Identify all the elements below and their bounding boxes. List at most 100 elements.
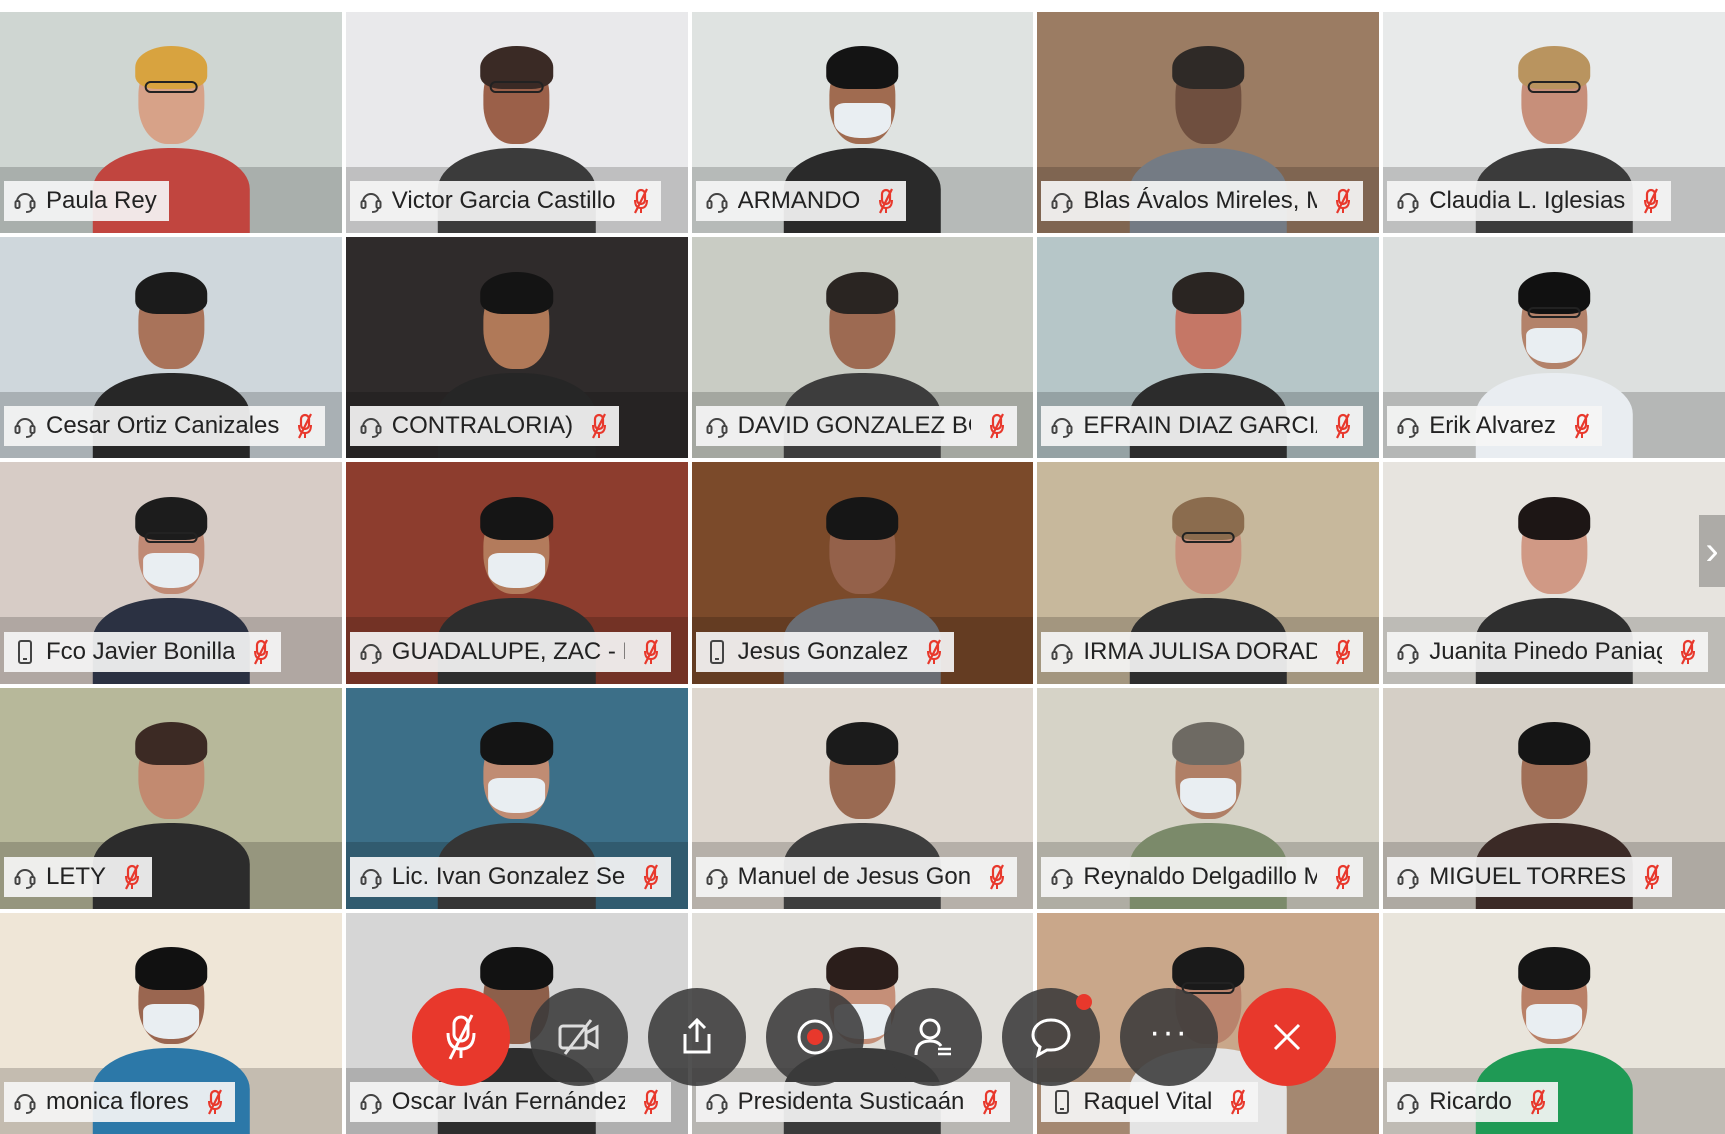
record-button[interactable] (766, 988, 864, 1086)
phone-icon (1051, 1089, 1073, 1115)
headset-icon (360, 864, 382, 890)
more-options-button[interactable]: ··· (1120, 988, 1218, 1086)
headset-icon (360, 188, 382, 214)
participant-tile[interactable]: Manuel de Jesus Gonzal... (691, 687, 1034, 909)
chat-button[interactable] (1002, 988, 1100, 1086)
participant-tile[interactable]: Juanita Pinedo Paniagua (1383, 462, 1725, 684)
figure-hair (1172, 46, 1245, 90)
participant-name: Paula Rey (46, 187, 157, 215)
microphone-muted-icon (1680, 638, 1696, 666)
headset-icon (706, 1089, 728, 1115)
face-mask (834, 102, 891, 138)
figure-hair (1517, 496, 1591, 540)
headset-icon (706, 188, 728, 214)
participant-tile[interactable]: Erik Alvarez (1383, 237, 1725, 459)
figure-hair (134, 271, 208, 315)
figure-hair (134, 721, 208, 765)
participant-name-label: Erik Alvarez (1387, 406, 1602, 447)
face-mask (1525, 1003, 1583, 1039)
phone-icon (14, 639, 36, 665)
microphone-muted-icon (1335, 638, 1351, 666)
participant-name-label: Ricardo (1387, 1081, 1558, 1122)
microphone-muted-icon (591, 412, 607, 440)
camera-off-icon (557, 1017, 601, 1057)
participant-tile[interactable]: DAVID GONZALEZ BOB... (691, 237, 1034, 459)
participant-tile[interactable]: Cesar Ortiz Canizales (0, 237, 342, 459)
participant-name-label: Oscar Iván Fernández N... (349, 1081, 672, 1122)
participant-tile[interactable]: Reynaldo Delgadillo Mo... (1037, 687, 1380, 909)
microphone-muted-icon (297, 412, 313, 440)
participant-name: EFRAIN DIAZ GARCIA (1083, 412, 1317, 440)
headset-icon (1397, 864, 1419, 890)
participant-tile[interactable]: ARMANDO (691, 12, 1034, 234)
participant-name-label: Claudia L. Iglesias (1387, 181, 1672, 222)
face-mask (142, 553, 200, 589)
participant-name: Claudia L. Iglesias (1429, 187, 1626, 215)
participant-name-label: Victor Garcia Castillo (349, 181, 662, 222)
participant-name-label: Paula Rey (4, 181, 169, 222)
participant-name-label: EFRAIN DIAZ GARCIA (1041, 406, 1363, 447)
microphone-muted-icon (633, 187, 649, 215)
participant-tile[interactable]: Victor Garcia Castillo (345, 12, 688, 234)
glasses (144, 531, 198, 544)
figure-hair (826, 947, 899, 990)
leave-meeting-button[interactable] (1238, 988, 1336, 1086)
headset-icon (1397, 188, 1419, 214)
share-screen-button[interactable] (648, 988, 746, 1086)
participant-tile[interactable]: Lic. Ivan Gonzalez Secret... (345, 687, 688, 909)
glasses (1527, 306, 1581, 319)
microphone-muted-icon (1530, 1088, 1546, 1116)
headset-icon (14, 864, 36, 890)
participant-tile[interactable]: Fco Javier Bonilla (0, 462, 342, 684)
participant-name: Fco Javier Bonilla (46, 637, 236, 665)
participant-name-label: Cesar Ortiz Canizales (4, 406, 326, 447)
mute-microphone-button[interactable] (412, 988, 510, 1086)
camera-toggle-button[interactable] (530, 988, 628, 1086)
participant-tile[interactable]: LETY (0, 687, 342, 909)
face-mask (1525, 327, 1583, 363)
video-grid: Paula Rey Victor Garcia Castillo ARMANDO Bl… (0, 12, 1725, 1134)
chevron-right-icon[interactable]: › (1699, 515, 1725, 587)
participant-name: Cesar Ortiz Canizales (46, 412, 280, 440)
participant-tile[interactable]: Claudia L. Iglesias (1383, 12, 1725, 234)
headset-icon (360, 413, 382, 439)
participant-name-label: IRMA JULISA DORADO ... (1041, 631, 1363, 672)
participant-name: Manuel de Jesus Gonzal... (737, 862, 971, 890)
microphone-muted-icon (643, 1088, 659, 1116)
headset-icon (1397, 1089, 1419, 1115)
microphone-muted-icon (926, 638, 942, 666)
record-icon (794, 1016, 836, 1058)
glasses (489, 81, 544, 94)
headset-icon (1397, 413, 1419, 439)
participant-tile[interactable]: Ricardo (1383, 912, 1725, 1134)
participant-name-label: MIGUEL TORRES (1387, 856, 1673, 897)
headset-icon (1051, 413, 1073, 439)
participant-tile[interactable]: IRMA JULISA DORADO ... (1037, 462, 1380, 684)
participant-name-label: CONTRALORIA) (349, 406, 620, 447)
microphone-muted-icon (643, 863, 659, 891)
figure-hair (1172, 721, 1245, 765)
participant-name: GUADALUPE, ZAC - Mtr... (391, 637, 625, 665)
participant-tile[interactable]: MIGUEL TORRES (1383, 687, 1725, 909)
participant-tile[interactable]: GUADALUPE, ZAC - Mtr... (345, 462, 688, 684)
participant-tile[interactable]: Jesus Gonzalez (691, 462, 1034, 684)
participants-button[interactable] (884, 988, 982, 1086)
participant-tile[interactable]: Blas Ávalos Mireles, Mpi... (1037, 12, 1380, 234)
participant-name-label: LETY (4, 856, 153, 897)
figure-hair (1172, 271, 1245, 315)
participant-name: Victor Garcia Castillo (391, 187, 616, 215)
microphone-muted-icon (989, 863, 1005, 891)
participant-tile[interactable]: EFRAIN DIAZ GARCIA (1037, 237, 1380, 459)
headset-icon (14, 188, 36, 214)
microphone-muted-icon (441, 1011, 481, 1063)
more-icon: ··· (1149, 1013, 1189, 1051)
microphone-muted-icon (878, 187, 894, 215)
microphone-muted-icon (1335, 863, 1351, 891)
participant-name-label: Reynaldo Delgadillo Mo... (1041, 856, 1363, 897)
chat-bubble-icon (1029, 1015, 1073, 1059)
close-icon (1269, 1019, 1305, 1055)
participant-tile[interactable]: monica flores (0, 912, 342, 1134)
participant-tile[interactable]: CONTRALORIA) (345, 237, 688, 459)
participant-tile[interactable]: Paula Rey (0, 12, 342, 234)
participant-name-label: DAVID GONZALEZ BOB... (695, 406, 1017, 447)
